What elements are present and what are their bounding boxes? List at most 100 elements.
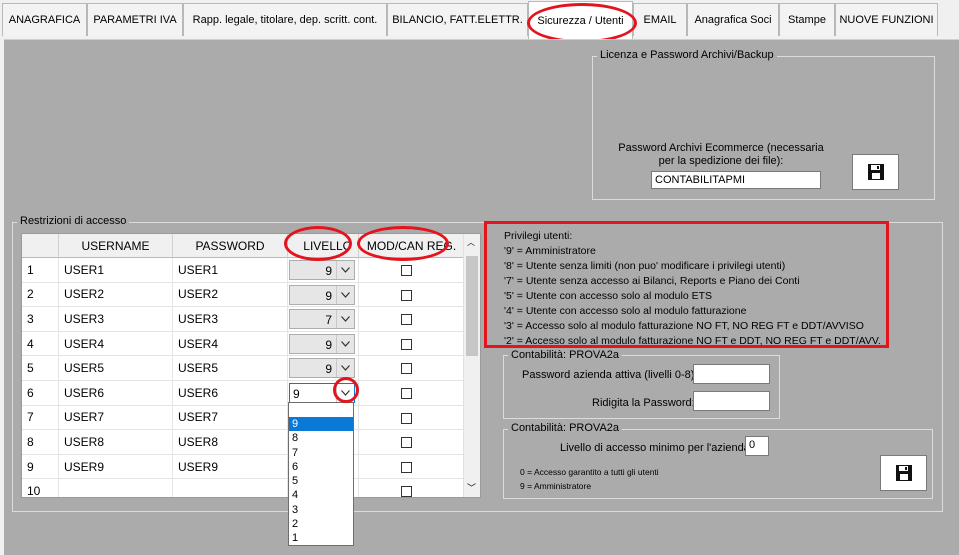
mod-can-reg-checkbox[interactable] [401,265,412,276]
chevron-down-icon[interactable] [336,334,354,353]
ridigita-password-field[interactable] [693,391,770,411]
password-cell[interactable]: USER7 [173,405,288,430]
tab-label: ANAGRAFICA [8,14,81,26]
username-cell[interactable] [59,479,173,497]
tab-stampe[interactable]: Stampe [779,3,835,36]
table-row[interactable]: 1 USER1 USER1 9 [22,258,465,283]
privilegi-title: Privilegi utenti: [504,230,573,242]
chevron-down-icon[interactable] [336,285,354,304]
row-number: 8 [22,430,59,454]
tab-rapp-legale[interactable]: Rapp. legale, titolare, dep. scritt. con… [183,3,387,36]
password-cell[interactable]: USER2 [173,282,288,307]
save-livello-button[interactable] [880,455,927,491]
users-grid: USERNAME PASSWORD LIVELLO MOD/CAN REG. 1… [21,233,481,498]
tab-nuove-funzioni[interactable]: NUOVE FUNZIONI [835,3,938,36]
chevron-down-icon[interactable] [336,359,354,378]
password-azienda-field[interactable] [693,364,770,384]
username-cell[interactable]: USER8 [59,430,173,454]
password-cell[interactable]: USER1 [173,258,288,282]
username-cell[interactable]: USER9 [59,454,173,479]
livello-value: 7 [325,313,332,328]
column-header-username[interactable]: USERNAME [59,234,173,258]
username-cell[interactable]: USER7 [59,405,173,430]
livello-value: 9 [325,264,332,278]
dropdown-option[interactable]: 2 [289,517,353,531]
username-cell[interactable]: USER1 [59,258,173,282]
livello-value: 9 [325,362,332,377]
table-row[interactable]: 7 USER7 USER7 [22,405,465,431]
password-cell[interactable]: USER6 [173,381,288,405]
vertical-scrollbar[interactable]: ︿ ﹀ [463,234,480,497]
highlight-oval [333,377,359,403]
tab-label: Anagrafica Soci [694,14,772,26]
dropdown-option[interactable]: 8 [289,431,353,445]
row-number: 9 [22,454,59,479]
livello-combo[interactable]: 9 [289,260,355,280]
username-cell[interactable]: USER6 [59,381,173,405]
dropdown-option[interactable]: 4 [289,488,353,502]
ecommerce-password-field[interactable]: CONTABILITAPMI [651,171,821,189]
mod-can-reg-checkbox[interactable] [401,486,412,497]
tab-anagrafica-soci[interactable]: Anagrafica Soci [687,3,779,36]
username-cell[interactable]: USER5 [59,356,173,380]
table-row[interactable]: 3 USER3 USER3 7 [22,307,465,332]
table-row[interactable]: 9 USER9 USER9 [22,454,465,480]
table-row[interactable]: 10 [22,479,465,497]
livello-dropdown-list[interactable]: 987654321 [288,402,354,546]
dropdown-option[interactable]: 3 [289,503,353,517]
livello-minimo-field[interactable]: 0 [745,436,769,456]
row-number: 2 [22,282,59,307]
privilegi-line: '2' = Accesso solo al modulo fatturazion… [504,335,881,347]
livello-combo[interactable]: 9 [289,358,355,379]
table-row[interactable]: 2 USER2 USER2 9 [22,282,465,308]
tab-label: NUOVE FUNZIONI [839,14,934,26]
column-header-password[interactable]: PASSWORD [173,234,288,258]
dropdown-option[interactable]: 9 [289,417,353,432]
tab-email[interactable]: EMAIL [633,3,687,36]
scroll-up-icon[interactable]: ︿ [467,237,475,248]
mod-can-reg-checkbox[interactable] [401,437,412,449]
dropdown-option[interactable]: 6 [289,460,353,474]
username-cell[interactable]: USER2 [59,282,173,307]
save-password-button[interactable] [852,154,899,190]
scroll-down-icon[interactable]: ﹀ [467,481,476,494]
table-row[interactable]: 6 USER6 USER6 9 [22,381,465,406]
privilegi-line: '9' = Amministratore [504,245,596,257]
mod-can-reg-checkbox[interactable] [401,412,412,424]
livello-combo[interactable]: 7 [289,309,355,330]
username-cell[interactable]: USER3 [59,307,173,331]
privilegi-line: '4' = Utente con accesso solo al modulo … [504,305,747,317]
scrollbar-thumb[interactable] [466,256,478,356]
password-azienda-label: Password azienda attiva (livelli 0-8): [522,369,698,381]
table-row[interactable]: 8 USER8 USER8 [22,430,465,455]
mod-can-reg-checkbox[interactable] [401,388,412,399]
tab-anagrafica[interactable]: ANAGRAFICA [2,3,87,36]
tab-bilancio[interactable]: BILANCIO, FATT.ELETTR. [387,3,528,36]
mod-can-reg-checkbox[interactable] [401,363,412,375]
table-row[interactable]: 5 USER5 USER5 9 [22,356,465,381]
dropdown-option[interactable]: 5 [289,474,353,488]
password-cell[interactable]: USER8 [173,430,288,454]
dropdown-option[interactable]: 1 [289,531,353,545]
livello-value: 9 [325,337,332,352]
tab-parametri-iva[interactable]: PARAMETRI IVA [87,3,183,36]
password-cell[interactable]: USER3 [173,307,288,331]
chevron-down-icon[interactable] [336,310,354,329]
dropdown-option[interactable]: 7 [289,446,353,460]
livello-combo[interactable]: 9 [289,284,355,305]
mod-can-reg-checkbox[interactable] [401,461,412,473]
livello-combo[interactable]: 9 [289,333,355,354]
mod-can-reg-checkbox[interactable] [401,314,412,326]
password-cell[interactable]: USER4 [173,331,288,356]
chevron-down-icon[interactable] [336,261,354,279]
password-cell[interactable]: USER9 [173,454,288,479]
password-cell[interactable] [173,479,288,497]
table-row[interactable]: 4 USER4 USER4 9 [22,331,465,357]
contabilita-group-title: Contabilità: PROVA2a [508,349,623,361]
password-cell[interactable]: USER5 [173,356,288,380]
mod-can-reg-checkbox[interactable] [401,338,412,350]
ecommerce-password-label: Password Archivi Ecommerce (necessaria p… [618,142,824,167]
username-cell[interactable]: USER4 [59,331,173,356]
mod-can-reg-checkbox[interactable] [401,289,412,301]
tab-label: Rapp. legale, titolare, dep. scritt. con… [192,14,378,26]
